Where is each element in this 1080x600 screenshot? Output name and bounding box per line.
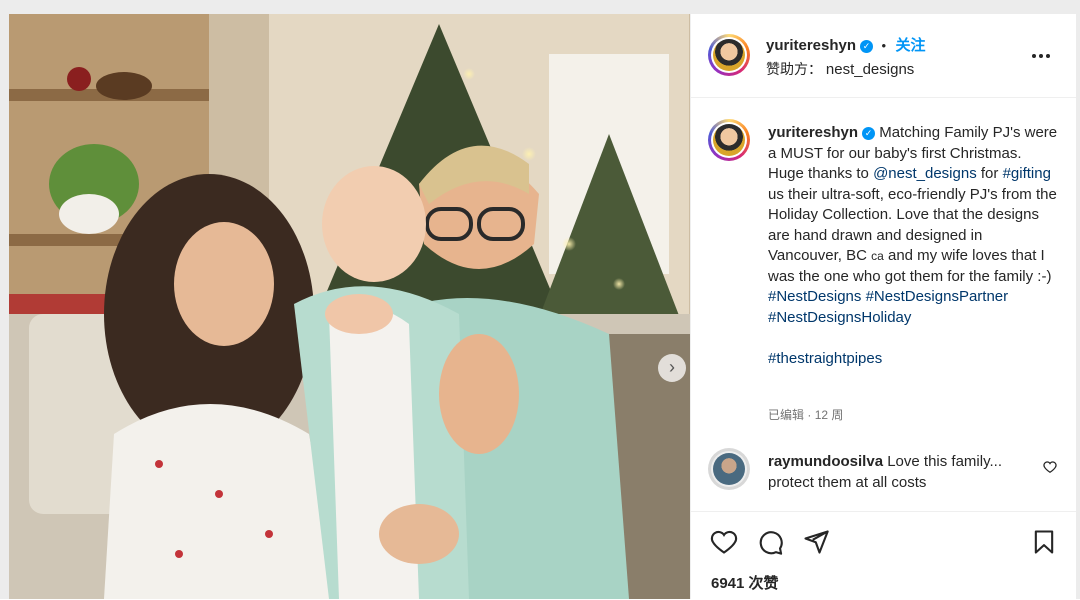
post-image[interactable]: › [9,14,690,599]
edited-label: 已编辑 [768,408,805,422]
family-photo [9,14,690,599]
hashtag-nestdesignsholiday[interactable]: #NestDesignsHoliday [768,309,911,326]
hashtag-gifting[interactable]: #gifting [1003,165,1051,182]
comment-icon[interactable] [756,528,784,561]
hashtag-thestraightpipes[interactable]: #thestraightpipes [768,350,882,367]
author-avatar[interactable] [708,34,750,76]
canada-flag-icon: ca [871,249,884,263]
sponsor-line: 赞助方： nest_designs [766,59,914,79]
caption-text-for: for [980,165,999,182]
commenter-username[interactable]: raymundoosilva [768,453,883,470]
sponsor-label: 赞助方： [766,61,822,77]
caption-author-avatar[interactable] [708,119,750,161]
post-details-panel: yuritereshyn ✓ • 关注 赞助方： nest_designs yur… [690,14,1076,599]
hashtag-nestdesignspartner[interactable]: #NestDesignsPartner [866,288,1009,305]
author-line: yuritereshyn ✓ • 关注 [766,34,926,55]
verified-badge-icon: ✓ [860,40,874,53]
dot-separator: • [881,38,887,53]
meta-dot: · [807,408,812,422]
post-header: yuritereshyn ✓ • 关注 赞助方： nest_designs [691,14,1076,98]
post-time[interactable]: 12 周 [815,408,844,422]
chevron-right-icon: › [669,357,675,377]
more-horizontal-icon[interactable] [1029,44,1053,73]
action-bar: 6941 次赞 [691,511,1076,600]
post-meta: 已编辑 · 12 周 [768,406,843,423]
likes-count[interactable]: 6941 次赞 [711,572,779,593]
caption-author-username[interactable]: yuritereshyn [768,124,858,141]
verified-badge-icon: ✓ [862,127,876,140]
mention-link[interactable]: @nest_designs [873,165,977,182]
post-caption: yuritereshyn ✓ Matching Family PJ's were … [768,123,1058,369]
follow-button[interactable]: 关注 [896,37,926,54]
commenter-avatar[interactable] [708,448,750,490]
next-image-button[interactable]: › [658,354,686,382]
sponsor-name[interactable]: nest_designs [826,61,914,78]
share-icon[interactable] [802,528,830,561]
comment: raymundoosilva Love this family... prote… [768,452,1023,493]
hashtag-nestdesigns[interactable]: #NestDesigns [768,288,861,305]
bookmark-icon[interactable] [1030,528,1058,561]
like-comment-heart-icon[interactable] [1043,460,1057,479]
author-username[interactable]: yuritereshyn [766,37,856,54]
heart-icon[interactable] [710,528,738,561]
